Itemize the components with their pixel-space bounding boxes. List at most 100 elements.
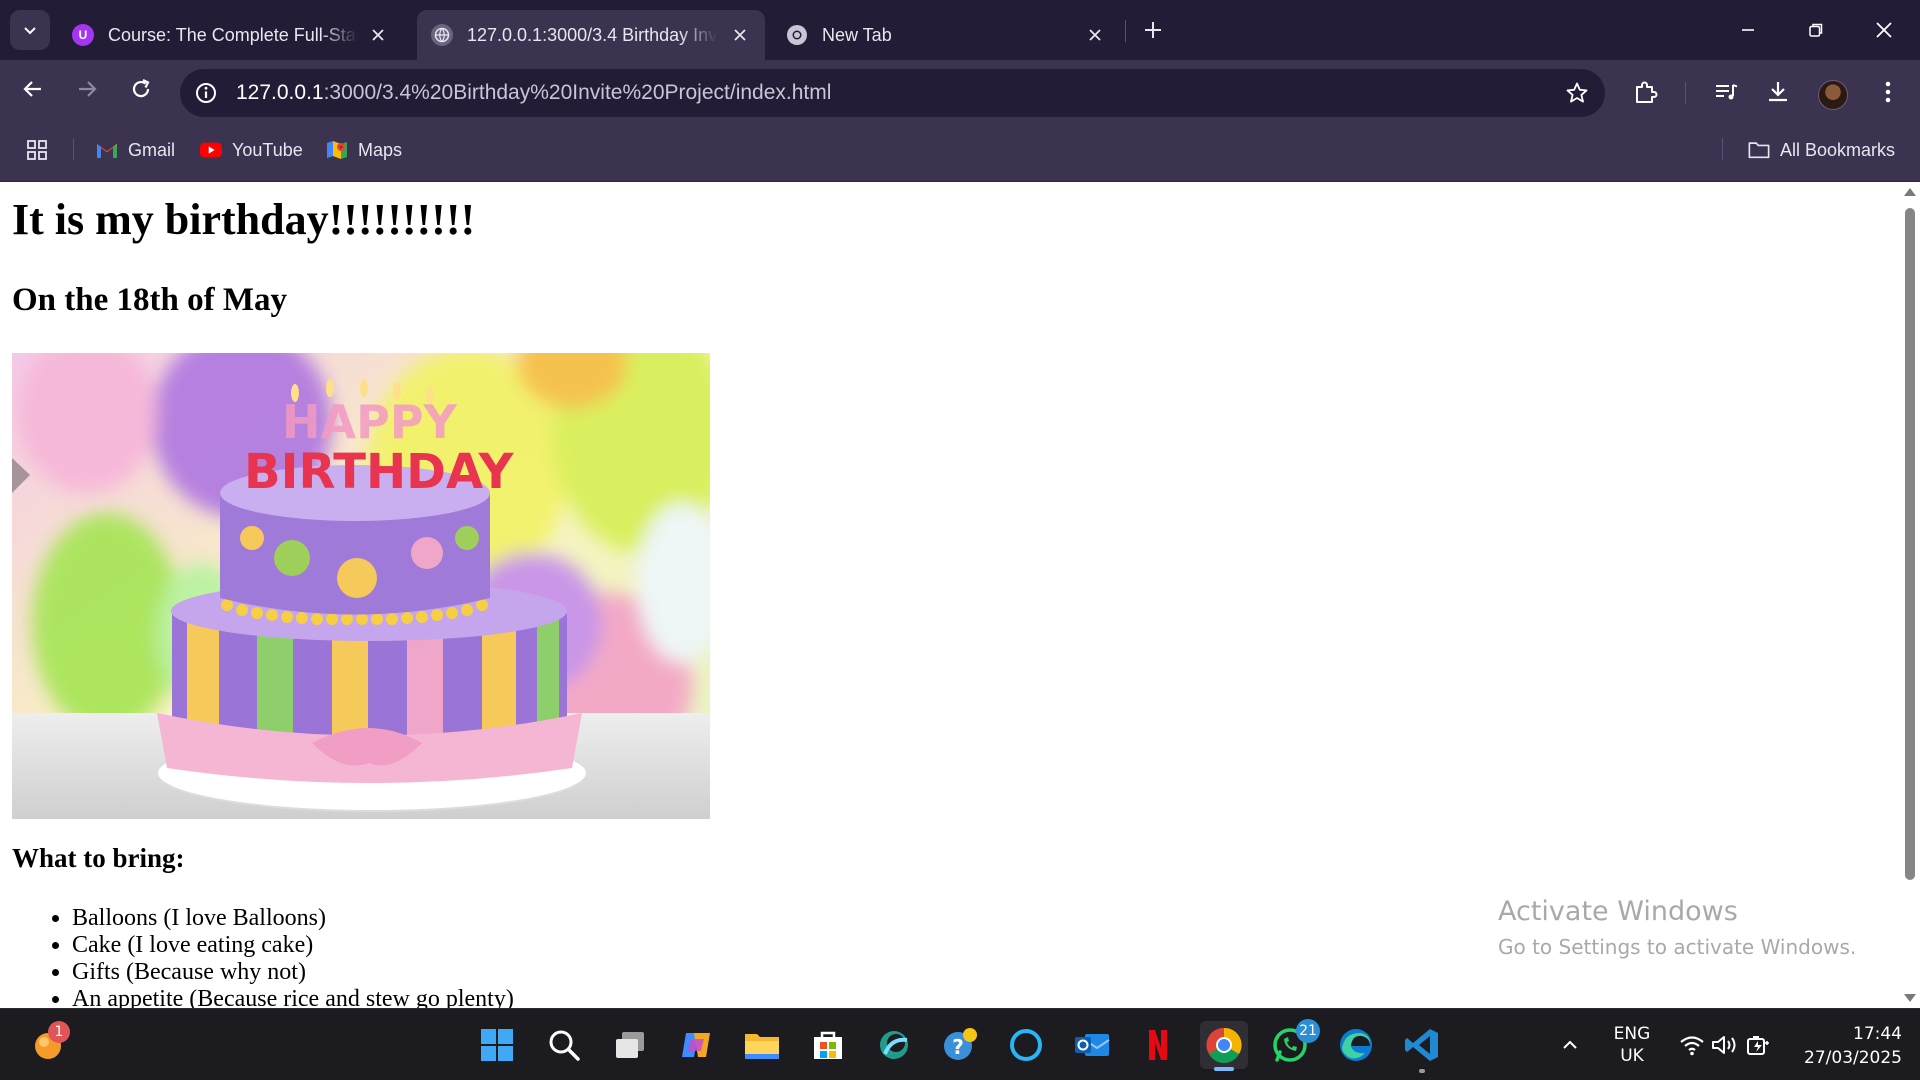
bring-list: Balloons (I love Balloons) Cake (I love …	[72, 905, 514, 1008]
weather-badge: 1	[48, 1021, 70, 1043]
cortana-icon	[1010, 1029, 1042, 1061]
help-icon: ?	[944, 1028, 977, 1060]
profile-avatar[interactable]	[1818, 80, 1848, 110]
all-bookmarks-label: All Bookmarks	[1780, 139, 1896, 160]
get-help-button[interactable]: ?	[936, 1021, 984, 1069]
watermark-title: Activate Windows	[1498, 896, 1738, 927]
arrow-left-icon	[23, 81, 41, 97]
microsoft-store-icon	[814, 1031, 842, 1059]
quick-settings-button[interactable]	[1670, 1021, 1780, 1069]
netflix-button[interactable]	[1134, 1021, 1182, 1069]
search-icon	[549, 1030, 580, 1061]
clock-date: 27/03/2025	[1804, 1048, 1902, 1068]
close-icon[interactable]	[729, 24, 751, 46]
menu-button[interactable]	[1874, 78, 1902, 106]
copilot-button[interactable]	[672, 1021, 720, 1069]
window-close-button[interactable]	[1864, 10, 1904, 50]
url-host: 127.0.0.1	[236, 81, 324, 104]
restore-button[interactable]	[1796, 10, 1836, 50]
windows-taskbar: 1 ? 21 ENG UK 17:44 27/03/2025	[0, 1008, 1920, 1080]
url-path: :3000/3.4%20Birthday%20Invite%20Project/…	[323, 81, 832, 104]
clock-time: 17:44	[1853, 1024, 1902, 1044]
tab-new-tab[interactable]: New Tab	[772, 10, 1120, 60]
bookmarks-separator	[1722, 138, 1723, 160]
apps-button[interactable]	[26, 136, 48, 164]
edge-dev-icon	[880, 1031, 908, 1059]
extensions-button[interactable]	[1632, 78, 1660, 106]
tab-title: 127.0.0.1:3000/3.4 Birthday Invite Proje…	[467, 24, 717, 45]
list-item: Gifts (Because why not)	[72, 959, 514, 986]
udemy-icon: U	[72, 24, 94, 46]
clock-button[interactable]: 17:44 27/03/2025	[1786, 1022, 1902, 1070]
whatsapp-button[interactable]: 21	[1266, 1019, 1320, 1069]
svg-text:?: ?	[952, 1035, 964, 1059]
url-text[interactable]: 127.0.0.1:3000/3.4%20Birthday%20Invite%2…	[236, 81, 831, 105]
battery-charging-icon	[1747, 1036, 1769, 1055]
page-viewport: It is my birthday!!!!!!!!!! On the 18th …	[0, 182, 1900, 1008]
task-view-button[interactable]	[606, 1021, 654, 1069]
copilot-icon	[682, 1033, 710, 1057]
bookmark-youtube[interactable]: YouTube	[200, 136, 303, 164]
chrome-icon	[786, 24, 808, 46]
downloads-button[interactable]	[1764, 78, 1792, 106]
show-hidden-icons-button[interactable]	[1550, 1021, 1590, 1069]
windows-start-icon	[481, 1029, 513, 1061]
page-scrollbar[interactable]	[1900, 182, 1920, 1008]
list-item: An appetite (Because rice and stew go pl…	[72, 986, 514, 1008]
browser-toolbar: 127.0.0.1:3000/3.4%20Birthday%20Invite%2…	[0, 60, 1920, 118]
gmail-icon	[96, 139, 118, 161]
download-icon	[1769, 82, 1787, 102]
cake-illustration: HAPPY BIRTHDAY	[12, 353, 710, 819]
outlook-button[interactable]	[1068, 1021, 1116, 1069]
input-language-button[interactable]: ENG UK	[1600, 1023, 1664, 1067]
cortana-button[interactable]	[1002, 1021, 1050, 1069]
chrome-icon	[1206, 1027, 1242, 1063]
forward-button[interactable]	[67, 69, 107, 109]
bookmarks-bar: Gmail YouTube Maps All Bookmarks	[0, 118, 1920, 182]
file-explorer-icon	[745, 1034, 779, 1059]
close-icon[interactable]	[367, 24, 389, 46]
edge-dev-button[interactable]	[870, 1021, 918, 1069]
region-label: UK	[1620, 1046, 1644, 1066]
vscode-button[interactable]	[1398, 1021, 1446, 1073]
edge-button[interactable]	[1332, 1021, 1380, 1069]
tab-course[interactable]: U Course: The Complete Full-Stack Web De…	[58, 10, 403, 60]
restore-icon	[1809, 23, 1823, 37]
active-app-indicator	[1214, 1067, 1234, 1071]
new-tab-button[interactable]	[1138, 15, 1168, 45]
minimize-button[interactable]	[1728, 10, 1768, 50]
scrollbar-thumb[interactable]	[1905, 208, 1915, 880]
close-icon	[1876, 22, 1892, 38]
reload-button[interactable]	[121, 69, 161, 109]
running-app-indicator	[1419, 1069, 1425, 1073]
close-icon[interactable]	[1084, 24, 1106, 46]
search-button[interactable]	[540, 1021, 588, 1069]
scroll-down-arrow[interactable]	[1904, 994, 1916, 1002]
start-button[interactable]	[473, 1021, 521, 1069]
list-item: Balloons (I love Balloons)	[72, 905, 514, 932]
tab-search-button[interactable]	[10, 10, 50, 50]
weather-widget[interactable]: 1	[24, 1021, 72, 1069]
address-bar[interactable]: 127.0.0.1:3000/3.4%20Birthday%20Invite%2…	[180, 69, 1605, 117]
microsoft-store-button[interactable]	[804, 1021, 852, 1069]
bookmark-maps[interactable]: Maps	[326, 136, 402, 164]
site-info-icon[interactable]	[194, 81, 218, 105]
all-bookmarks-button[interactable]: All Bookmarks	[1748, 136, 1895, 164]
bookmark-gmail[interactable]: Gmail	[96, 136, 175, 164]
scroll-up-arrow[interactable]	[1904, 188, 1916, 196]
edge-icon	[1340, 1029, 1372, 1061]
chrome-button[interactable]	[1200, 1021, 1248, 1071]
puzzle-icon	[1636, 81, 1658, 103]
reload-icon	[132, 79, 150, 98]
tab-birthday-invite[interactable]: 127.0.0.1:3000/3.4 Birthday Invite Proje…	[417, 10, 765, 60]
back-button[interactable]	[13, 69, 53, 109]
vscode-icon	[1405, 1029, 1438, 1061]
activate-windows-watermark: Activate Windows Go to Settings to activ…	[1498, 896, 1856, 959]
chevron-up-icon	[1563, 1040, 1577, 1049]
file-explorer-button[interactable]	[738, 1021, 786, 1069]
wifi-icon	[1680, 1036, 1704, 1056]
star-icon[interactable]	[1565, 81, 1589, 105]
media-control-button[interactable]	[1712, 78, 1740, 106]
media-icon	[1716, 84, 1738, 100]
minimize-icon	[1742, 29, 1754, 31]
